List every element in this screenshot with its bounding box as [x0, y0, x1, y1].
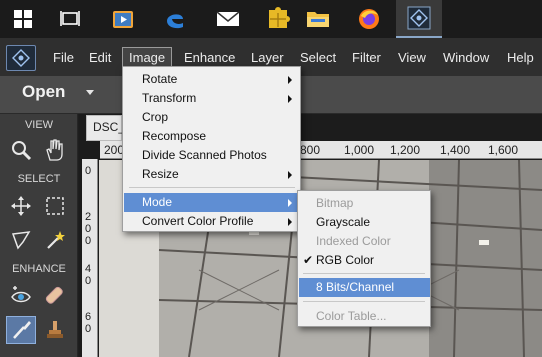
menu-window[interactable]: Window — [437, 47, 495, 69]
marquee-tool-icon[interactable] — [40, 192, 70, 220]
vertical-ruler: 0 2 0 0 4 0 6 0 — [82, 159, 98, 357]
mode-submenu: Bitmap Grayscale Indexed Color ✔ RGB Col… — [297, 190, 431, 327]
vruler-tick: 0 — [85, 223, 92, 235]
section-select-label: SELECT — [17, 173, 61, 185]
submenu-item-bitmap[interactable]: Bitmap — [299, 194, 430, 213]
red-eye-tool-icon[interactable] — [6, 282, 36, 310]
submenu-item-indexed-color[interactable]: Indexed Color — [299, 232, 430, 251]
vruler-tick: 0 — [85, 323, 92, 335]
zoom-tool-icon[interactable] — [6, 136, 36, 164]
edge-browser-icon[interactable] — [152, 0, 198, 38]
menu-separator — [303, 301, 425, 302]
smart-brush-tool-icon[interactable] — [6, 316, 36, 344]
hruler-tick: 1,600 — [488, 143, 519, 157]
menu-item-resize[interactable]: Resize — [124, 165, 300, 184]
menu-help[interactable]: Help — [501, 47, 540, 69]
menu-filter[interactable]: Filter — [346, 47, 387, 69]
vruler-tick: 0 — [85, 275, 92, 287]
menu-edit[interactable]: Edit — [83, 47, 117, 69]
hruler-tick: 1,200 — [390, 143, 421, 157]
menu-item-label: Convert Color Profile — [142, 214, 254, 228]
menu-item-recompose[interactable]: Recompose — [124, 127, 300, 146]
image-menu-dropdown: Rotate Transform Crop Recompose Divide S… — [122, 66, 301, 232]
menu-select[interactable]: Select — [294, 47, 342, 69]
open-button[interactable]: Open — [22, 82, 65, 102]
menu-item-label: Crop — [142, 110, 169, 124]
media-player-icon[interactable] — [100, 0, 146, 38]
menu-item-label: Recompose — [142, 129, 207, 143]
submenu-item-label: RGB Color — [316, 253, 375, 267]
menu-separator — [303, 273, 425, 274]
tool-panel: VIEW SELECT ENHANCE — [0, 114, 78, 357]
submenu-item-rgb-color[interactable]: ✔ RGB Color — [299, 251, 430, 270]
mail-icon[interactable] — [205, 0, 251, 38]
windows-start-icon[interactable] — [0, 0, 46, 38]
vruler-tick: 6 — [85, 311, 92, 323]
menu-separator — [129, 187, 295, 188]
menu-item-transform[interactable]: Transform — [124, 89, 300, 108]
vruler-tick: 0 — [85, 235, 92, 247]
submenu-arrow-icon — [288, 199, 292, 207]
submenu-item-grayscale[interactable]: Grayscale — [299, 213, 430, 232]
menu-item-label: Divide Scanned Photos — [142, 148, 267, 162]
hruler-tick: 1,400 — [440, 143, 471, 157]
section-enhance-label: ENHANCE — [12, 263, 66, 275]
hruler-tick: 1,000 — [344, 143, 375, 157]
hruler-tick: 800 — [300, 143, 321, 157]
submenu-arrow-icon — [288, 218, 292, 226]
document-tab[interactable]: DSC_ — [86, 115, 125, 141]
menu-item-label: Mode — [142, 195, 173, 209]
submenu-item-8-bits-channel[interactable]: 8 Bits/Channel — [299, 278, 430, 297]
submenu-arrow-icon — [288, 171, 292, 179]
vruler-tick: 2 — [85, 211, 92, 223]
menu-view[interactable]: View — [392, 47, 432, 69]
submenu-arrow-icon — [288, 95, 292, 103]
task-view-icon[interactable] — [47, 0, 93, 38]
lasso-tool-icon[interactable] — [6, 226, 36, 254]
submenu-item-color-table[interactable]: Color Table... — [299, 307, 430, 326]
menu-item-rotate[interactable]: Rotate — [124, 70, 300, 89]
taskbar — [0, 0, 542, 38]
photoshop-elements-icon[interactable] — [396, 0, 442, 38]
firefox-icon[interactable] — [346, 0, 392, 38]
menu-item-label: Transform — [142, 91, 197, 105]
magic-wand-tool-icon[interactable] — [40, 226, 70, 254]
section-view-label: VIEW — [24, 119, 54, 131]
menu-file[interactable]: File — [47, 47, 80, 69]
menu-item-mode[interactable]: Mode — [124, 193, 300, 212]
file-explorer-icon[interactable] — [295, 0, 341, 38]
vruler-tick: 4 — [85, 263, 92, 275]
menu-item-crop[interactable]: Crop — [124, 108, 300, 127]
submenu-arrow-icon — [288, 76, 292, 84]
healing-brush-tool-icon[interactable] — [40, 282, 70, 310]
checkmark-icon: ✔ — [303, 253, 314, 267]
clone-stamp-tool-icon[interactable] — [40, 316, 70, 344]
menu-item-label: Resize — [142, 167, 179, 181]
hand-tool-icon[interactable] — [40, 136, 70, 164]
menu-item-divide-scanned-photos[interactable]: Divide Scanned Photos — [124, 146, 300, 165]
vruler-tick: 0 — [85, 165, 92, 177]
open-dropdown-arrow-icon[interactable] — [86, 90, 94, 95]
menu-item-label: Rotate — [142, 72, 178, 86]
move-tool-icon[interactable] — [6, 192, 36, 220]
menu-item-convert-color-profile[interactable]: Convert Color Profile — [124, 212, 300, 231]
app-logo-icon — [6, 45, 36, 71]
